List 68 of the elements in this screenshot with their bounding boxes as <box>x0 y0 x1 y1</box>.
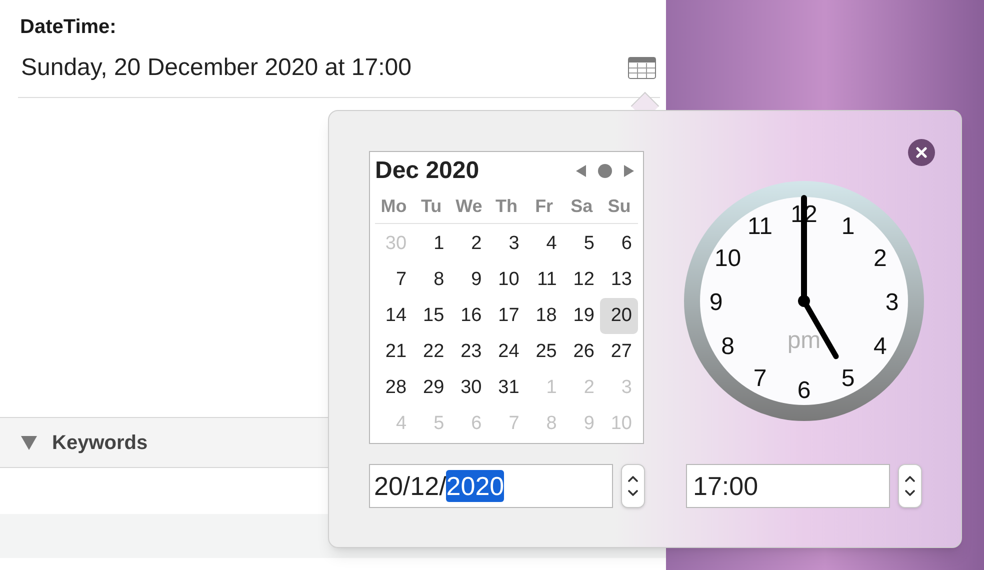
close-button[interactable] <box>908 139 935 166</box>
day-cell[interactable]: 22 <box>412 334 450 370</box>
clock-number: 9 <box>709 289 723 316</box>
time-input-field[interactable]: 17:00 <box>686 464 890 508</box>
month-title: Dec 2020 <box>375 156 480 186</box>
weekday-label: Fr <box>534 195 554 218</box>
day-cell[interactable]: 26 <box>562 334 600 370</box>
clock-number: 7 <box>753 365 767 392</box>
up-down-chevron-icon <box>627 473 639 499</box>
day-cell[interactable]: 24 <box>488 334 526 370</box>
close-icon <box>916 147 927 158</box>
day-cell[interactable]: 11 <box>525 262 563 298</box>
day-cell[interactable]: 2 <box>450 226 488 262</box>
day-cell[interactable]: 23 <box>450 334 488 370</box>
day-cell[interactable]: 27 <box>600 334 638 370</box>
day-cell[interactable]: 5 <box>562 226 600 262</box>
today-dot-icon[interactable] <box>598 164 612 178</box>
day-cell[interactable]: 21 <box>375 334 413 370</box>
day-cell[interactable]: 19 <box>562 298 600 334</box>
clock-number: 6 <box>797 377 811 404</box>
day-cell[interactable]: 17 <box>488 298 526 334</box>
day-cell[interactable]: 25 <box>525 334 563 370</box>
day-cell[interactable]: 1 <box>412 226 450 262</box>
stepper-button[interactable] <box>621 464 645 508</box>
day-cell[interactable]: 31 <box>488 370 526 406</box>
day-cell[interactable]: 29 <box>412 370 450 406</box>
day-cell[interactable]: 15 <box>412 298 450 334</box>
calendar-icon <box>628 57 656 79</box>
calendar-button[interactable] <box>627 56 657 80</box>
day-cell[interactable]: 10 <box>488 262 526 298</box>
weekday-label: Sa <box>570 195 594 218</box>
clock-number: 4 <box>874 333 887 360</box>
clock-number: 1 <box>841 212 855 240</box>
weekday-label: Th <box>494 195 518 218</box>
day-cell[interactable]: 8 <box>412 262 450 298</box>
day-cell[interactable]: 16 <box>450 298 488 334</box>
day-cell[interactable]: 9 <box>450 262 488 298</box>
weekday-label: Su <box>606 195 632 218</box>
clock-number: 2 <box>874 245 887 272</box>
day-cell[interactable]: 14 <box>375 298 413 334</box>
disclosure-triangle-icon[interactable] <box>20 434 38 450</box>
day-cell[interactable]: 4 <box>525 226 563 262</box>
weekday-label: Mo <box>380 195 408 218</box>
period-label: pm <box>787 327 821 354</box>
up-down-chevron-icon <box>904 473 916 499</box>
stepper-button[interactable] <box>898 464 922 508</box>
date-time-value: Sunday, 20 December 2020 at 17:00 <box>20 54 412 82</box>
day-cell[interactable]: 13 <box>600 262 638 298</box>
weekday-label: Tu <box>420 195 443 218</box>
field-label: DateTime: <box>20 15 118 40</box>
weekday-label: We <box>454 195 484 218</box>
day-cell[interactable]: 6 <box>600 226 638 262</box>
day-cell[interactable]: 12 <box>562 262 600 298</box>
clock-number: 10 <box>714 245 742 272</box>
day-cell[interactable]: 30 <box>450 370 488 406</box>
clock-number: 3 <box>885 289 899 316</box>
clock-number: 8 <box>721 333 734 360</box>
clock-number: 5 <box>841 365 855 392</box>
date-input-field[interactable]: 20/12/2020 <box>369 464 613 508</box>
previous-month-icon[interactable] <box>576 165 586 177</box>
section-title: Keywords <box>52 430 148 456</box>
next-month-icon[interactable] <box>624 165 634 177</box>
clock-number: 11 <box>748 212 772 240</box>
day-cell[interactable]: 28 <box>375 370 413 406</box>
day-cell[interactable]: 3 <box>488 226 526 262</box>
day-cell[interactable]: 7 <box>375 262 413 298</box>
day-cell[interactable]: 18 <box>525 298 563 334</box>
day-cell[interactable]: 20 <box>600 298 638 334</box>
